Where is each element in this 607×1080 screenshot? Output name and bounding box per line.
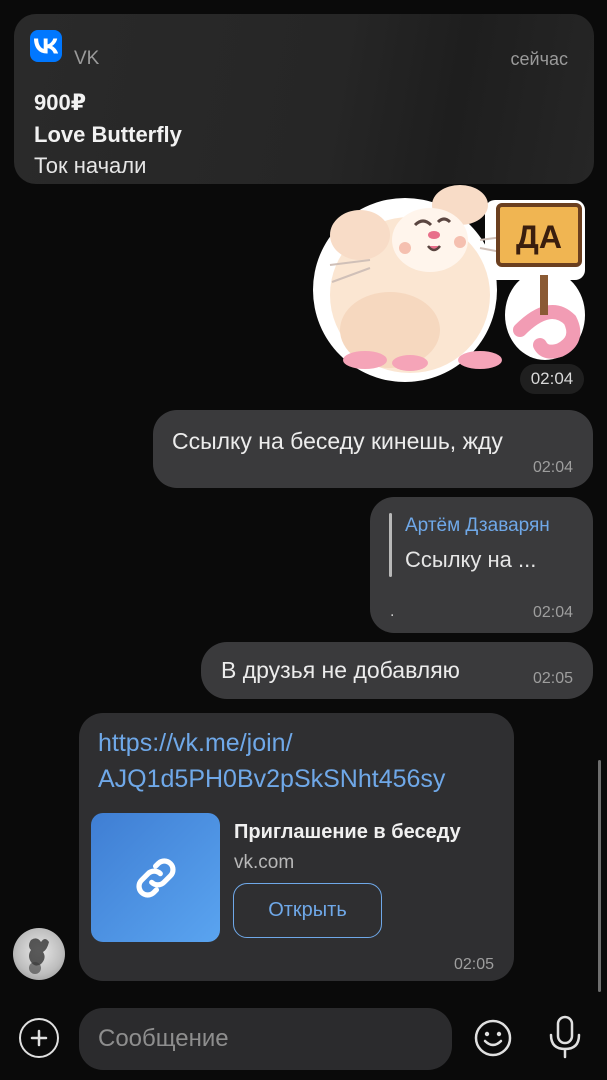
reply-quoted-text[interactable]: Ссылку на ... xyxy=(405,547,536,573)
scrollbar[interactable] xyxy=(598,760,601,992)
message-time: 02:05 xyxy=(453,956,494,973)
notification-app-name: VK xyxy=(74,48,100,69)
smile-icon xyxy=(474,1019,512,1057)
link-message-bubble[interactable]: https://vk.me/join/ AJQ1d5PH0Bv2pSkSNht4… xyxy=(79,713,514,981)
sticker-message[interactable]: ДА xyxy=(310,180,590,390)
message-input[interactable] xyxy=(79,1008,452,1070)
message-bubble[interactable]: В друзья не добавляю 02:05 xyxy=(201,642,593,699)
voice-message-button[interactable] xyxy=(546,1014,584,1060)
notification-time: сейчас xyxy=(510,49,568,69)
notification-title: Love Butterfly xyxy=(34,122,182,147)
reply-quote-bar xyxy=(389,513,392,577)
message-text: Ссылку на беседу кинешь, жду xyxy=(172,428,503,454)
link-icon xyxy=(135,857,176,898)
notification-body: Ток начали xyxy=(34,153,147,178)
message-time: 02:04 xyxy=(532,604,573,621)
microphone-icon xyxy=(549,1015,581,1059)
reply-author[interactable]: Артём Дзаварян xyxy=(405,515,550,537)
sticker-time: 02:04 xyxy=(520,364,584,394)
message-text: . xyxy=(390,603,395,620)
avatar[interactable] xyxy=(13,928,65,980)
plus-icon xyxy=(30,1029,48,1047)
vk-logo-icon xyxy=(30,30,62,62)
sticker-sign-text: ДА xyxy=(516,219,562,255)
message-text: В друзья не добавляю xyxy=(221,657,460,683)
message-time: 02:05 xyxy=(532,670,573,687)
notification-price: 900₽ xyxy=(34,90,87,115)
link-preview-thumbnail[interactable] xyxy=(91,813,220,942)
emoji-button[interactable] xyxy=(473,1018,513,1058)
reply-message-bubble[interactable]: Артём Дзаварян Ссылку на ... . 02:04 xyxy=(370,497,593,633)
message-time: 02:04 xyxy=(532,459,573,476)
attach-button[interactable] xyxy=(19,1018,59,1058)
message-bubble[interactable]: Ссылку на беседу кинешь, жду 02:04 xyxy=(153,410,593,488)
open-button[interactable]: Открыть xyxy=(233,883,382,938)
link-preview-title: Приглашение в беседу xyxy=(234,821,461,843)
rat-sticker-image: ДА xyxy=(313,185,585,382)
invite-link[interactable]: https://vk.me/join/ xyxy=(98,729,293,758)
push-notification[interactable]: VK сейчас 900₽ Love Butterfly Ток начали xyxy=(14,14,594,184)
link-preview-domain: vk.com xyxy=(234,852,295,873)
invite-link-continued[interactable]: AJQ1d5PH0Bv2pSkSNht456sy xyxy=(98,765,445,794)
